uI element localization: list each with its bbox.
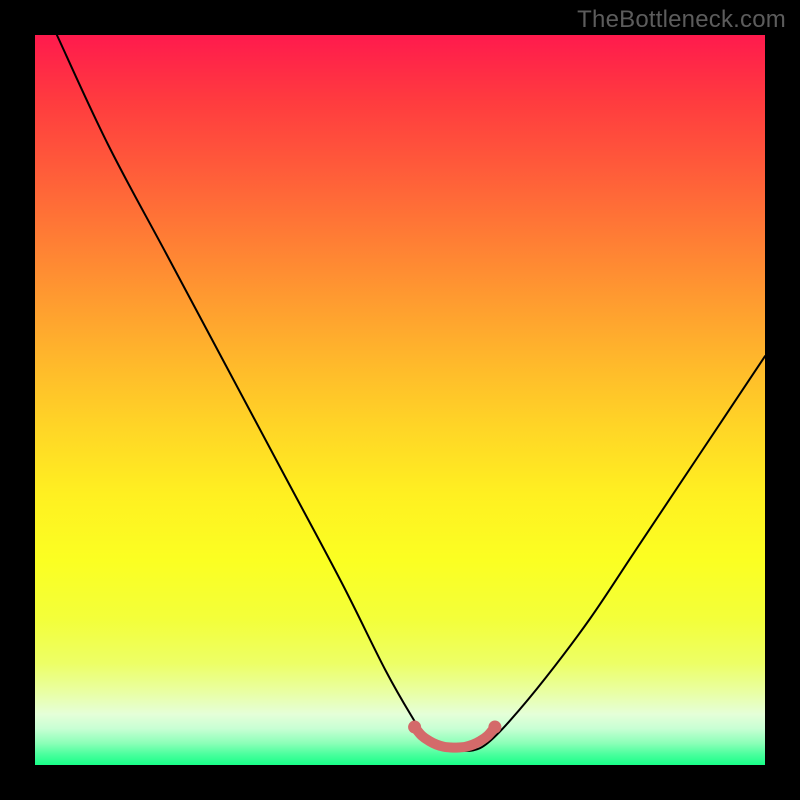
highlight-endpoint [488,721,501,734]
bottleneck-curve [57,35,765,751]
watermark-text: TheBottleneck.com [577,6,786,34]
highlight-endpoint [408,721,421,734]
plot-svg [35,35,765,765]
flat-minimum-highlight [415,727,495,748]
chart-frame: TheBottleneck.com [0,0,800,800]
plot-area [35,35,765,765]
